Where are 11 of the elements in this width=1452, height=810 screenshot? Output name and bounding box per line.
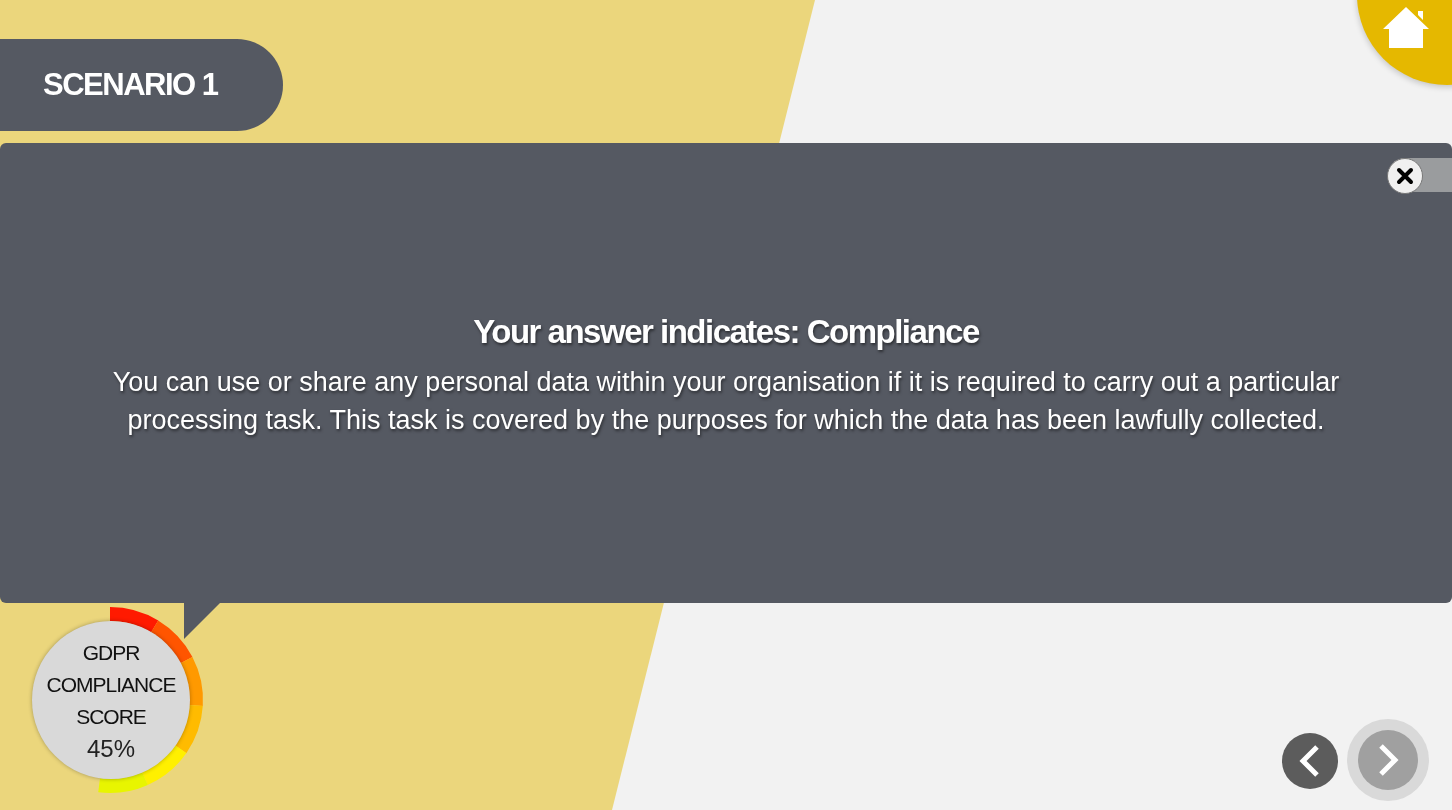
home-icon bbox=[1381, 5, 1431, 49]
score-label: SCORE bbox=[76, 704, 146, 730]
scenario-label: SCENARIO 1 bbox=[0, 39, 283, 132]
score-label: COMPLIANCE bbox=[46, 672, 176, 698]
close-icon bbox=[1396, 167, 1414, 186]
previous-button[interactable] bbox=[1282, 733, 1338, 789]
feedback-text: You can use or share any personal data within your organisation if it is required to carry out a particular processing task. This task is covered by the purposes for which the data has been lawfully collected. bbox=[111, 366, 1341, 438]
score-label: GDPR bbox=[82, 640, 140, 666]
score-value: 45% bbox=[86, 735, 135, 763]
feedback-title: Your answer indicates: Compliance bbox=[473, 313, 979, 352]
close-button[interactable] bbox=[1387, 158, 1423, 195]
